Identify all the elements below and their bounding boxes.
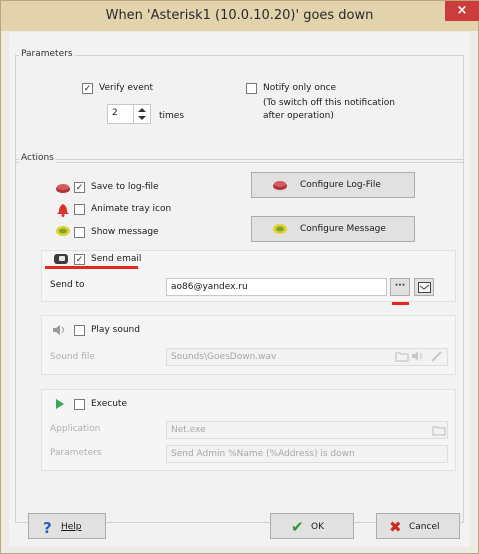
parameters-value: Send Admin %Name (%Address) is down — [171, 449, 355, 459]
help-question-icon: ? — [43, 519, 52, 537]
browse-application-icon — [432, 424, 446, 439]
times-label: times — [159, 111, 185, 121]
send-email-highlight-underline — [45, 266, 138, 269]
help-button[interactable]: ? Help — [28, 513, 106, 539]
configure-message-button[interactable]: Configure Message — [251, 216, 415, 242]
ok-label: OK — [311, 522, 324, 532]
cancel-x-icon: ✖ — [389, 518, 402, 536]
parameters-group-title: Parameters — [19, 49, 75, 59]
show-message-label: Show message — [91, 227, 159, 237]
email-settings-button[interactable] — [414, 278, 434, 296]
application-input[interactable]: Net.exe — [166, 421, 448, 439]
configure-log-file-button[interactable]: Configure Log-File — [251, 172, 415, 198]
parameters-input[interactable]: Send Admin %Name (%Address) is down — [166, 445, 448, 463]
preview-sound-icon — [411, 350, 425, 365]
send-to-label: Send to — [50, 280, 85, 290]
application-label: Application — [50, 424, 101, 434]
ok-button[interactable]: ✔ OK — [270, 513, 354, 539]
notify-note-line2: after operation) — [263, 111, 334, 121]
play-arrow-icon — [55, 398, 65, 413]
parameters-group — [15, 55, 464, 163]
spinner-arrows[interactable] — [133, 105, 150, 123]
close-button[interactable]: × — [445, 1, 479, 21]
play-sound-checkbox[interactable] — [74, 325, 85, 336]
parameters-label: Parameters — [50, 448, 102, 458]
window-title: When 'Asterisk1 (10.0.10.20)' goes down — [105, 8, 374, 23]
play-sound-section — [41, 315, 456, 375]
open-folder-icon — [395, 350, 409, 365]
send-to-value: ao86@yandex.ru — [171, 282, 248, 292]
spinner-arrows-icon — [138, 108, 146, 120]
browse-recipients-glyph: ··· — [394, 281, 406, 291]
verify-event-label: Verify event — [99, 83, 154, 93]
sound-file-value: Sounds\GoesDown.wav — [171, 352, 277, 362]
log-file-button-icon — [272, 179, 288, 194]
help-label: Help — [61, 522, 82, 532]
bell-icon — [56, 203, 70, 220]
animate-tray-checkbox[interactable] — [74, 204, 85, 215]
checkmark-icon: ✔ — [291, 518, 304, 536]
address-book-icon — [418, 282, 431, 296]
log-file-icon — [55, 182, 71, 197]
edit-pencil-icon — [430, 350, 444, 365]
send-email-checkbox[interactable]: ✓ — [74, 254, 85, 265]
animate-tray-label: Animate tray icon — [91, 204, 172, 214]
verify-event-checkbox[interactable]: ✓ — [82, 83, 93, 94]
save-to-log-checkbox[interactable]: ✓ — [74, 182, 85, 193]
browse-recipients-button[interactable]: ··· — [390, 278, 410, 296]
configure-log-file-label: Configure Log-File — [300, 180, 381, 190]
notify-once-label: Notify only once — [263, 83, 337, 93]
dialog-window: When 'Asterisk1 (10.0.10.20)' goes down … — [0, 0, 479, 554]
play-sound-label: Play sound — [91, 325, 140, 335]
notify-note-line1: (To switch off this notification — [263, 98, 395, 108]
speaker-icon — [52, 324, 68, 339]
show-message-checkbox[interactable] — [74, 227, 85, 238]
browse-highlight-underline — [392, 302, 409, 305]
execute-label: Execute — [91, 399, 127, 409]
save-to-log-label: Save to log-file — [91, 182, 159, 192]
cancel-label: Cancel — [409, 522, 440, 532]
times-value: 2 — [112, 108, 118, 118]
sound-file-label: Sound file — [50, 352, 95, 362]
send-email-label: Send email — [91, 254, 142, 264]
dialog-body: Parameters ✓ Verify event 2 times Notify… — [9, 32, 470, 547]
notify-once-checkbox[interactable] — [246, 83, 257, 94]
cancel-button[interactable]: ✖ Cancel — [376, 513, 460, 539]
message-bubble-icon — [55, 225, 71, 242]
configure-message-label: Configure Message — [300, 224, 386, 234]
execute-checkbox[interactable] — [74, 399, 85, 410]
message-button-icon — [272, 223, 288, 240]
application-value: Net.exe — [171, 425, 206, 435]
send-to-input[interactable]: ao86@yandex.ru — [166, 278, 387, 296]
title-bar: When 'Asterisk1 (10.0.10.20)' goes down … — [1, 1, 479, 31]
actions-group-title: Actions — [19, 153, 56, 163]
